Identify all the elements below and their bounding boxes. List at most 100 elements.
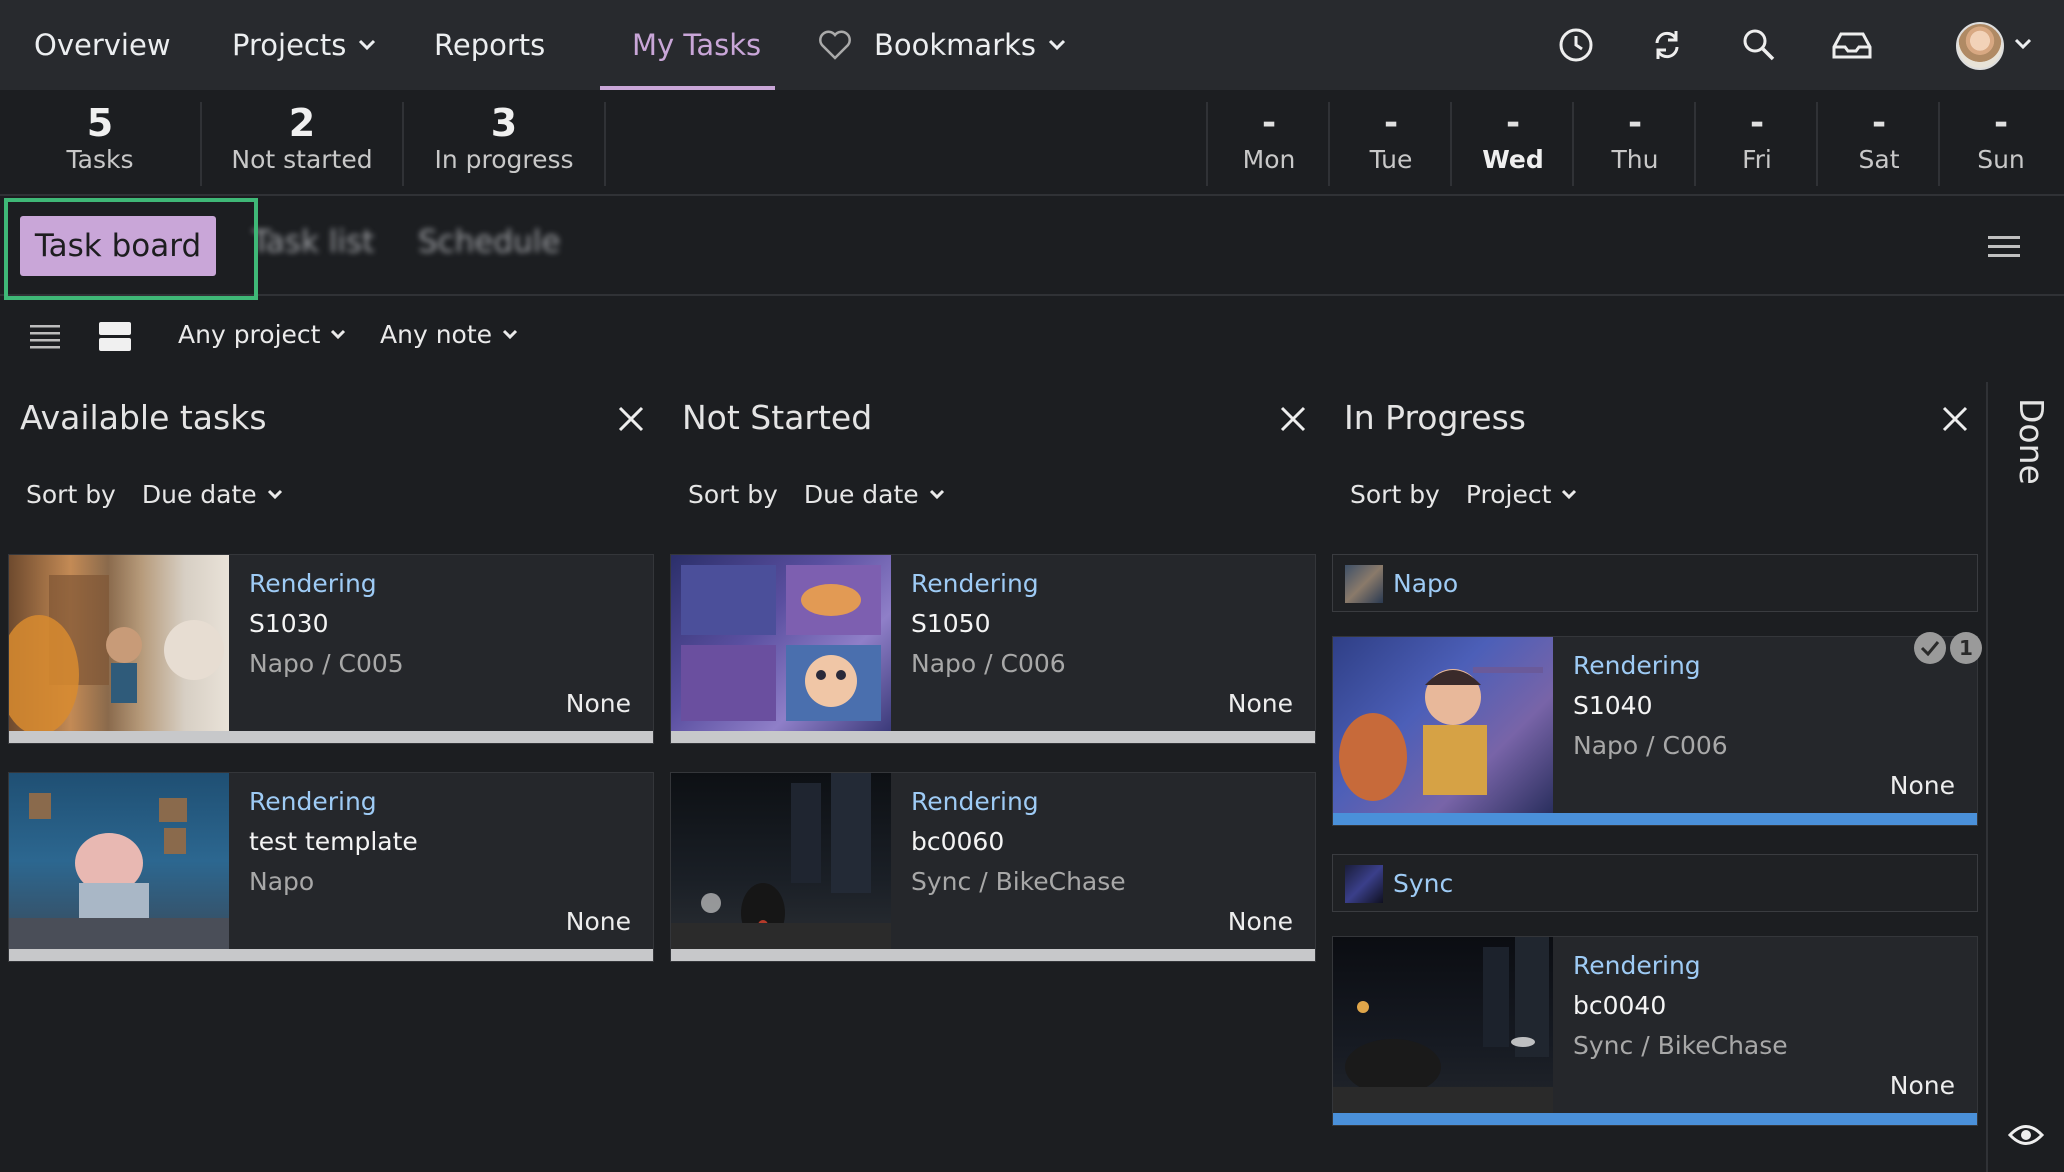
day-value: - xyxy=(1993,103,2009,143)
note-count-badge: 1 xyxy=(1950,632,1982,664)
task-type[interactable]: Rendering xyxy=(1573,651,1701,680)
sort-dropdown[interactable]: Due date xyxy=(804,480,945,509)
task-type[interactable]: Rendering xyxy=(1573,951,1701,980)
column-not-started: Not Started Sort by Due date Rendering S… xyxy=(670,382,1324,1172)
nav-projects-label: Projects xyxy=(232,28,347,62)
stat-tasks-label: Tasks xyxy=(66,145,134,174)
stat-in-progress-label: In progress xyxy=(434,145,574,174)
project-filter-dropdown[interactable]: Any project xyxy=(178,320,346,349)
sort-value: Project xyxy=(1465,480,1552,509)
sort-dropdown[interactable]: Project xyxy=(1466,480,1578,509)
avatar[interactable] xyxy=(1956,22,2004,70)
inbox-icon[interactable] xyxy=(1829,22,1875,68)
chevron-down-icon xyxy=(502,329,518,340)
day-sun[interactable]: - Sun xyxy=(1940,100,2062,186)
thumbnail-image xyxy=(671,555,891,731)
nav-my-tasks-label: My Tasks xyxy=(632,28,762,62)
day-label: Wed xyxy=(1482,145,1544,174)
task-name: bc0060 xyxy=(911,827,1005,856)
task-name: test template xyxy=(249,827,418,856)
stat-in-progress[interactable]: 3 In progress xyxy=(404,100,604,186)
sort-dropdown[interactable]: Due date xyxy=(142,480,283,509)
tab-schedule[interactable]: Schedule xyxy=(418,224,560,260)
progress-bar xyxy=(9,949,653,961)
tab-task-list[interactable]: Task list xyxy=(252,224,374,260)
close-icon[interactable] xyxy=(616,404,646,434)
task-card[interactable]: Rendering S1050 Napo / C006 None xyxy=(670,554,1316,744)
task-status: None xyxy=(1889,1071,1955,1100)
task-type[interactable]: Rendering xyxy=(911,569,1039,598)
task-type[interactable]: Rendering xyxy=(911,787,1039,816)
task-type[interactable]: Rendering xyxy=(249,569,377,598)
search-icon[interactable] xyxy=(1736,22,1782,68)
chevron-down-icon[interactable] xyxy=(2014,38,2032,50)
done-column-collapsed[interactable]: Done xyxy=(1986,382,2064,1172)
progress-bar xyxy=(671,949,1315,961)
task-card[interactable]: Rendering test template Napo None xyxy=(8,772,654,962)
note-filter-dropdown[interactable]: Any note xyxy=(380,320,518,349)
task-name: S1030 xyxy=(249,609,329,638)
day-sat[interactable]: - Sat xyxy=(1818,100,1940,186)
tab-task-board[interactable]: Task board xyxy=(20,216,216,276)
card-view-icon[interactable] xyxy=(98,320,132,352)
task-card[interactable]: Rendering S1040 Napo / C006 None xyxy=(1332,636,1978,826)
thumbnail-image xyxy=(1333,937,1553,1113)
task-name: S1050 xyxy=(911,609,991,638)
project-group-header[interactable]: Sync xyxy=(1332,854,1978,912)
day-label: Tue xyxy=(1369,145,1413,174)
filter-bar: Any project Any note xyxy=(0,296,2064,382)
sort-value: Due date xyxy=(141,480,257,509)
thumbnail-image xyxy=(1333,637,1553,813)
day-value: - xyxy=(1505,103,1521,143)
project-group-header[interactable]: Napo xyxy=(1332,554,1978,612)
task-card[interactable]: Rendering bc0060 Sync / BikeChase None xyxy=(670,772,1316,962)
close-icon[interactable] xyxy=(1940,404,1970,434)
project-thumbnail xyxy=(1345,565,1383,603)
sort-control: Sort by Due date xyxy=(26,480,283,509)
sort-control: Sort by Project xyxy=(1350,480,1577,509)
nav-overview-label: Overview xyxy=(34,28,171,62)
day-thu[interactable]: - Thu xyxy=(1574,100,1696,186)
day-tue[interactable]: - Tue xyxy=(1330,100,1452,186)
day-value: - xyxy=(1261,103,1277,143)
stat-in-progress-count: 3 xyxy=(490,101,518,145)
day-wed[interactable]: - Wed xyxy=(1452,100,1574,186)
nav-reports[interactable]: Reports xyxy=(434,0,545,90)
sort-value: Due date xyxy=(803,480,919,509)
progress-bar xyxy=(671,731,1315,743)
stat-tasks[interactable]: 5 Tasks xyxy=(0,100,200,186)
project-group-label: Sync xyxy=(1393,869,1454,898)
list-view-icon[interactable] xyxy=(28,322,62,350)
task-path: Sync / BikeChase xyxy=(911,867,1126,896)
day-mon[interactable]: - Mon xyxy=(1208,100,1330,186)
nav-overview[interactable]: Overview xyxy=(34,0,171,90)
clock-icon[interactable] xyxy=(1553,22,1599,68)
task-status: None xyxy=(565,689,631,718)
chevron-down-icon xyxy=(267,489,283,500)
chevron-down-icon xyxy=(358,39,376,51)
view-tabs: Task list Schedule Task board xyxy=(0,196,2064,300)
progress-bar xyxy=(9,731,653,743)
nav-projects[interactable]: Projects xyxy=(232,0,376,90)
hamburger-menu-icon[interactable] xyxy=(1988,236,2020,258)
divider xyxy=(604,102,606,186)
progress-bar xyxy=(1333,813,1977,825)
task-card[interactable]: Rendering bc0040 Sync / BikeChase None xyxy=(1332,936,1978,1126)
task-status: None xyxy=(565,907,631,936)
day-fri[interactable]: - Fri xyxy=(1696,100,1818,186)
stat-not-started-count: 2 xyxy=(288,101,316,145)
eye-icon[interactable] xyxy=(2007,1122,2045,1148)
task-name: S1040 xyxy=(1573,691,1653,720)
chevron-down-icon xyxy=(330,329,346,340)
task-path: Napo / C006 xyxy=(911,649,1066,678)
close-icon[interactable] xyxy=(1278,404,1308,434)
stat-not-started[interactable]: 2 Not started xyxy=(202,100,402,186)
sync-icon[interactable] xyxy=(1644,22,1690,68)
project-filter-label: Any project xyxy=(178,320,321,349)
nav-bookmarks[interactable]: Bookmarks xyxy=(818,0,1066,90)
project-group-label: Napo xyxy=(1393,569,1459,598)
nav-reports-label: Reports xyxy=(434,28,546,62)
task-card[interactable]: Rendering S1030 Napo / C005 None xyxy=(8,554,654,744)
nav-my-tasks[interactable]: My Tasks xyxy=(632,0,761,90)
task-type[interactable]: Rendering xyxy=(249,787,377,816)
